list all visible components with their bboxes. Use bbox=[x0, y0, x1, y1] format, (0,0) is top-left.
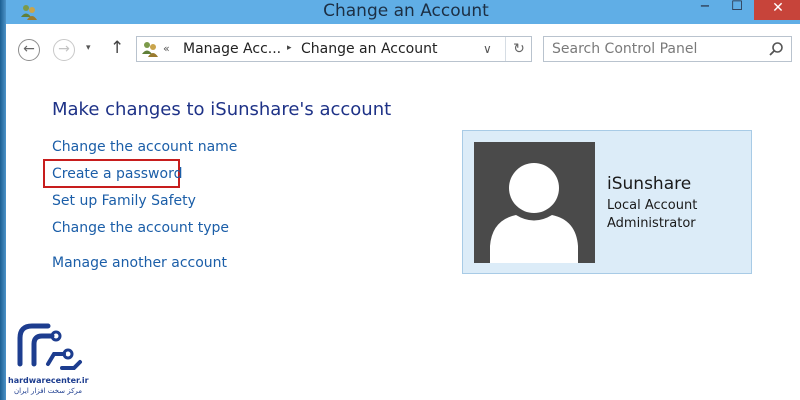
recent-locations-chevron-icon[interactable]: ▾ bbox=[86, 43, 91, 53]
search-icon[interactable] bbox=[768, 41, 784, 57]
maximize-button[interactable]: ☐ bbox=[722, 0, 752, 20]
window-title: Change an Account bbox=[323, 1, 489, 21]
search-box[interactable] bbox=[543, 36, 792, 62]
avatar bbox=[474, 142, 595, 263]
account-card: iSunshare Local Account Administrator bbox=[462, 130, 752, 274]
main-content: Make changes to iSunshare's account Chan… bbox=[6, 78, 800, 400]
address-dropdown-icon[interactable]: ∨ bbox=[483, 42, 492, 56]
double-chevron-icon[interactable]: « bbox=[163, 42, 170, 55]
users-icon bbox=[142, 42, 158, 57]
account-type: Local Account bbox=[607, 198, 698, 213]
page-heading: Make changes to iSunshare's account bbox=[52, 99, 392, 120]
search-input[interactable] bbox=[552, 41, 752, 57]
family-safety-link[interactable]: Set up Family Safety bbox=[52, 193, 196, 209]
forward-button[interactable]: → bbox=[53, 39, 75, 61]
breadcrumb-change-account[interactable]: Change an Account bbox=[301, 41, 437, 57]
breadcrumb-separator-icon[interactable]: ▸ bbox=[287, 43, 292, 53]
circuit-logo-icon bbox=[17, 323, 82, 370]
minimize-button[interactable]: − bbox=[690, 0, 720, 20]
back-button[interactable]: ← bbox=[18, 39, 40, 61]
watermark-subtitle: مرکز سخت افزار ایران bbox=[13, 387, 83, 395]
navigation-bar: ← → ▾ ↑ « Manage Acc... ▸ Change an Acco… bbox=[6, 24, 800, 78]
address-bar[interactable]: « Manage Acc... ▸ Change an Account ∨ ↻ bbox=[136, 36, 532, 62]
watermark-logo: hardwarecenter.ir مرکز سخت افزار ایران bbox=[8, 320, 89, 398]
manage-another-account-link[interactable]: Manage another account bbox=[52, 255, 227, 271]
account-name: iSunshare bbox=[607, 174, 692, 194]
account-role: Administrator bbox=[607, 216, 696, 231]
change-account-type-link[interactable]: Change the account type bbox=[52, 220, 229, 236]
user-silhouette-icon bbox=[490, 163, 578, 263]
close-button[interactable]: ✕ bbox=[754, 0, 800, 20]
breadcrumb-manage-accounts[interactable]: Manage Acc... bbox=[183, 41, 281, 57]
title-bar[interactable]: Change an Account − ☐ ✕ bbox=[6, 0, 800, 24]
up-arrow-icon[interactable]: ↑ bbox=[110, 38, 124, 58]
create-password-link[interactable]: Create a password bbox=[52, 166, 182, 182]
change-account-name-link[interactable]: Change the account name bbox=[52, 139, 237, 155]
refresh-button[interactable]: ↻ bbox=[505, 37, 532, 61]
watermark-domain: hardwarecenter.ir bbox=[8, 376, 89, 385]
